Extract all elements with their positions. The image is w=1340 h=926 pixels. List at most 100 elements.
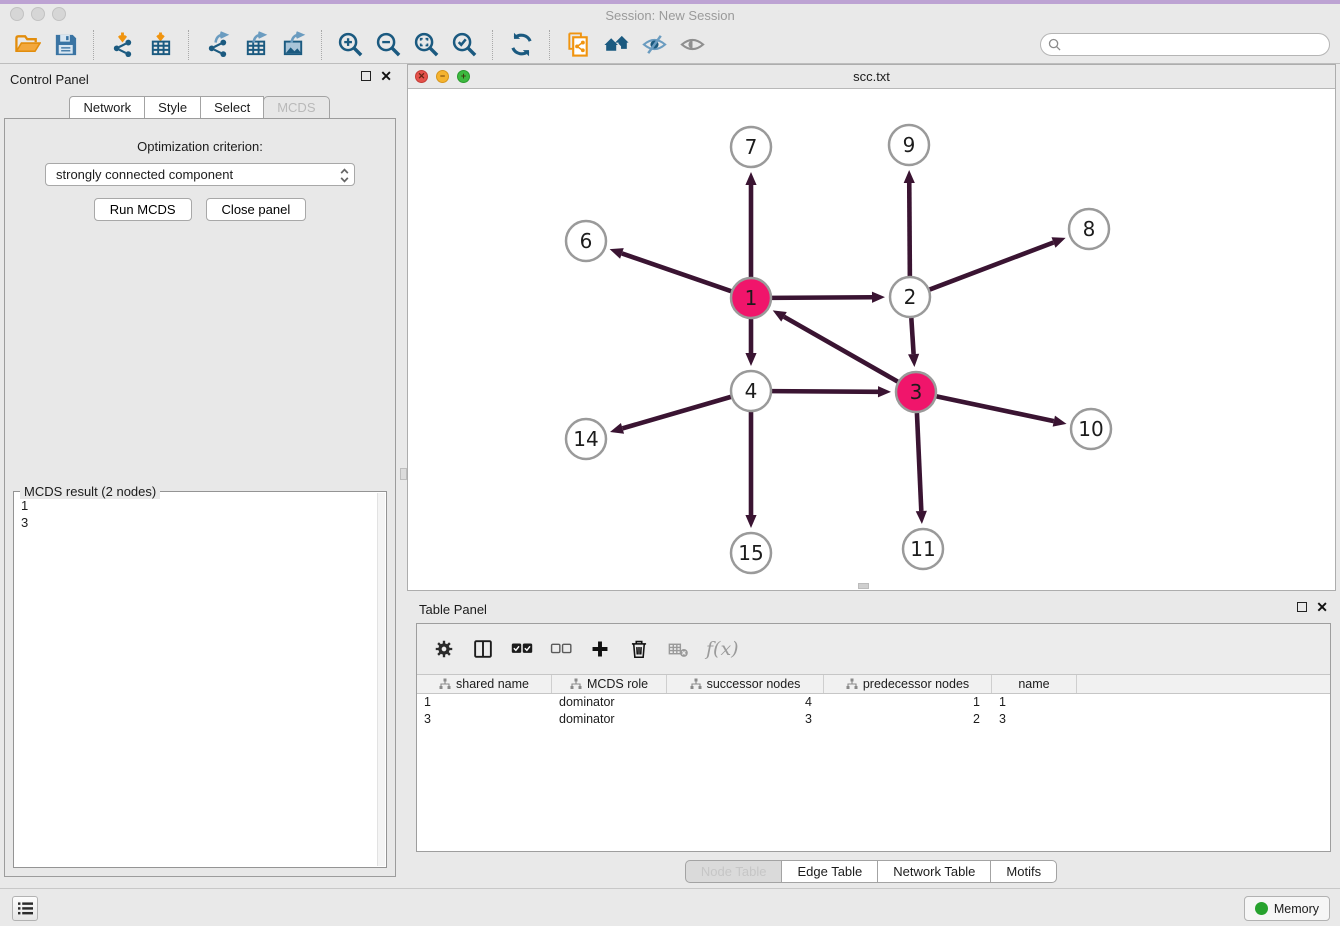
- toolbar-button-import-table[interactable]: [141, 29, 179, 61]
- table-row[interactable]: 3dominator323: [417, 711, 1330, 728]
- toolbar-button-export-table[interactable]: [236, 29, 274, 61]
- column-header-successor-nodes[interactable]: successor nodes: [667, 675, 824, 693]
- toolbar-button-zoom-in[interactable]: [331, 29, 369, 61]
- toolbar-button-show-graphics[interactable]: [673, 29, 711, 61]
- cell-successor-nodes[interactable]: 3: [667, 711, 824, 728]
- cell-mcds-role[interactable]: dominator: [552, 711, 667, 728]
- table-toolbar-delete-button[interactable]: [628, 638, 650, 660]
- float-table-panel-icon[interactable]: [1297, 602, 1307, 612]
- toolbar-separator: [188, 30, 189, 60]
- graph-edge-1-2[interactable]: [772, 297, 872, 298]
- table-panel-title: Table Panel: [419, 602, 487, 617]
- graph-edge-4-14[interactable]: [622, 397, 730, 429]
- minimize-window-icon[interactable]: [31, 7, 45, 21]
- table-toolbar-split-columns-button[interactable]: [472, 638, 494, 660]
- graph-edge-3-10[interactable]: [937, 396, 1054, 421]
- graph-edge-2-3[interactable]: [911, 318, 913, 354]
- table-toolbar-select-all-button[interactable]: [511, 638, 533, 660]
- toolbar-button-export-image[interactable]: [274, 29, 312, 61]
- close-panel-button[interactable]: Close panel: [206, 198, 307, 221]
- column-header-shared-name[interactable]: shared name: [417, 675, 552, 693]
- cell-predecessor-nodes[interactable]: 2: [824, 711, 992, 728]
- toolbar-button-zoom-out[interactable]: [369, 29, 407, 61]
- close-window-icon[interactable]: [10, 7, 24, 21]
- table-toolbar-add-button[interactable]: [589, 638, 611, 660]
- mcds-result-list[interactable]: 1 3: [15, 493, 376, 866]
- tab-network[interactable]: Network: [69, 96, 145, 119]
- graph-node-label-8: 8: [1083, 217, 1096, 241]
- result-scrollbar[interactable]: [377, 493, 385, 866]
- table-row[interactable]: 1dominator411: [417, 694, 1330, 711]
- search-input[interactable]: [1061, 38, 1329, 52]
- toolbar-button-zoom-selected[interactable]: [445, 29, 483, 61]
- tab-style[interactable]: Style: [144, 96, 201, 119]
- import-network-icon: [109, 31, 136, 58]
- canvas-hscroll-thumb[interactable]: [858, 583, 869, 589]
- cell-predecessor-nodes[interactable]: 1: [824, 694, 992, 711]
- cell-successor-nodes[interactable]: 4: [667, 694, 824, 711]
- cell-shared-name[interactable]: 1: [417, 694, 552, 711]
- memory-label: Memory: [1274, 902, 1319, 916]
- tab-motifs[interactable]: Motifs: [990, 860, 1057, 883]
- graph-edge-arrowhead: [745, 353, 756, 366]
- close-panel-icon[interactable]: ✕: [380, 71, 392, 81]
- cell-name[interactable]: 1: [992, 694, 1077, 711]
- table-rows: 1dominator4113dominator323: [417, 694, 1330, 728]
- close-table-panel-icon[interactable]: ✕: [1316, 602, 1328, 612]
- graph-edge-arrowhead: [610, 423, 624, 434]
- toolbar-button-copy-network[interactable]: [559, 29, 597, 61]
- float-panel-icon[interactable]: [361, 71, 371, 81]
- toolbar-button-save[interactable]: [46, 29, 84, 61]
- graph-edge-1-6[interactable]: [622, 253, 731, 291]
- graph-edge-2-9[interactable]: [909, 183, 910, 276]
- select-all-icon: [511, 638, 533, 660]
- zoom-window-icon[interactable]: [52, 7, 66, 21]
- splitter-handle[interactable]: [400, 468, 407, 480]
- app-titlebar: Session: New Session: [0, 4, 1340, 26]
- cell-name[interactable]: 3: [992, 711, 1077, 728]
- network-view-window: ✕ − + scc.txt 7968124314101511: [407, 64, 1336, 591]
- graph-node-label-1: 1: [745, 286, 758, 310]
- graph-edge-arrowhead: [745, 172, 756, 185]
- toolbar-button-zoom-fit[interactable]: [407, 29, 445, 61]
- task-history-button[interactable]: [12, 896, 38, 921]
- toolbar-button-hide-graphics[interactable]: [635, 29, 673, 61]
- zoom-fit-icon: [413, 31, 440, 58]
- application-window: { "titlebar": { "title": "Session: New S…: [0, 0, 1340, 926]
- cell-mcds-role[interactable]: dominator: [552, 694, 667, 711]
- search-box[interactable]: [1040, 33, 1330, 56]
- tab-node-table[interactable]: Node Table: [685, 860, 783, 883]
- hide-graphics-icon: [641, 31, 668, 58]
- graph-edge-3-11[interactable]: [917, 413, 921, 511]
- cell-shared-name[interactable]: 3: [417, 711, 552, 728]
- memory-button[interactable]: Memory: [1244, 896, 1330, 921]
- network-minimize-icon[interactable]: −: [436, 70, 449, 83]
- tab-edge-table[interactable]: Edge Table: [781, 860, 878, 883]
- column-header-predecessor-nodes[interactable]: predecessor nodes: [824, 675, 992, 693]
- run-mcds-button[interactable]: Run MCDS: [94, 198, 192, 221]
- tab-network-table[interactable]: Network Table: [877, 860, 991, 883]
- network-maximize-icon[interactable]: +: [457, 70, 470, 83]
- criterion-select[interactable]: strongly connected component: [45, 163, 355, 186]
- toolbar-button-open-folder[interactable]: [8, 29, 46, 61]
- network-canvas[interactable]: 7968124314101511: [408, 89, 1335, 590]
- window-controls[interactable]: [10, 7, 66, 21]
- tab-select[interactable]: Select: [200, 96, 264, 119]
- panel-splitter[interactable]: [400, 64, 407, 888]
- graph-edge-4-3[interactable]: [772, 391, 878, 392]
- table-toolbar-deselect-all-button[interactable]: [550, 638, 572, 660]
- export-image-icon: [280, 31, 307, 58]
- graph-node-label-7: 7: [745, 135, 758, 159]
- column-header-name[interactable]: name: [992, 675, 1077, 693]
- toolbar-button-home[interactable]: [597, 29, 635, 61]
- table-toolbar-gear-button[interactable]: [433, 638, 455, 660]
- toolbar-button-import-network[interactable]: [103, 29, 141, 61]
- toolbar-button-export-network[interactable]: [198, 29, 236, 61]
- tab-mcds[interactable]: MCDS: [263, 96, 329, 119]
- network-close-icon[interactable]: ✕: [415, 70, 428, 83]
- graph-edge-3-1[interactable]: [784, 317, 898, 382]
- graph-edge-2-8[interactable]: [930, 242, 1054, 289]
- shared-column-icon: [690, 678, 702, 690]
- column-header-mcds-role[interactable]: MCDS role: [552, 675, 667, 693]
- toolbar-button-refresh[interactable]: [502, 29, 540, 61]
